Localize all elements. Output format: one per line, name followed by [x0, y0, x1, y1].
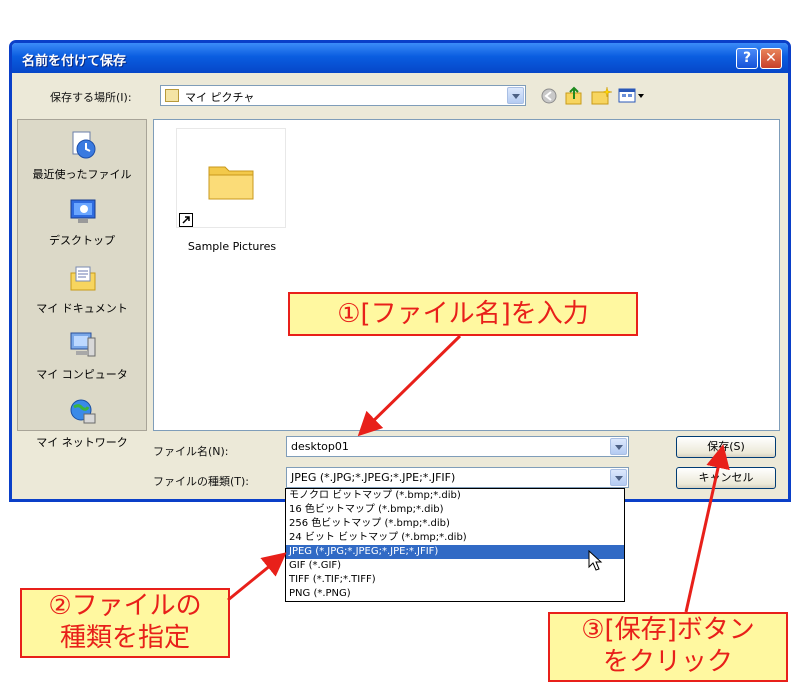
arrow-step1 — [357, 334, 462, 437]
arrow-step3 — [684, 444, 730, 613]
annotation-arrows — [227, 334, 730, 613]
arrow-step2 — [227, 552, 287, 602]
